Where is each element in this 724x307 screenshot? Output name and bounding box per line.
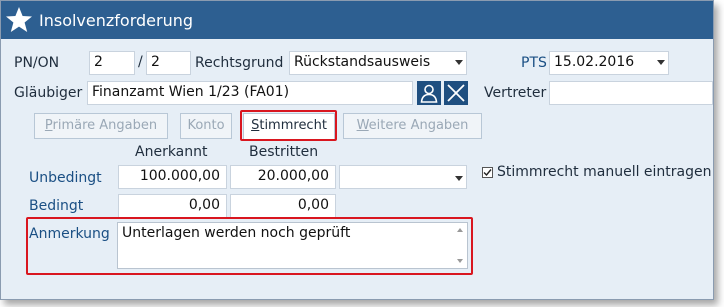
manual-stimmrecht-checkbox[interactable] bbox=[482, 167, 493, 178]
unbedingt-bestritten-input[interactable]: 20.000,00 bbox=[230, 165, 336, 189]
column-anerkannt: Anerkannt bbox=[135, 144, 208, 160]
pn-on-separator: / bbox=[138, 54, 143, 70]
glaeubiger-input[interactable]: Finanzamt Wien 1/23 (FA01) bbox=[87, 81, 413, 105]
pts-label: PTS bbox=[521, 55, 547, 71]
bedingt-label: Bedingt bbox=[29, 198, 84, 214]
pts-value: 15.02.2016 bbox=[554, 54, 635, 70]
tab-weitere-angaben[interactable]: Weitere Angaben bbox=[343, 113, 482, 139]
vertreter-label: Vertreter bbox=[484, 85, 547, 101]
chevron-down-icon[interactable] bbox=[455, 176, 463, 181]
tab-primaere-angaben[interactable]: Primäre Angaben bbox=[34, 113, 168, 139]
manual-stimmrecht-label[interactable]: Stimmrecht manuell eintragen bbox=[497, 164, 712, 180]
title-bar: Insolvenzforderung bbox=[1, 1, 713, 39]
anmerkung-highlight bbox=[26, 217, 473, 275]
clear-glaeubiger-button[interactable] bbox=[444, 81, 468, 105]
chevron-down-icon[interactable] bbox=[455, 60, 463, 65]
close-icon bbox=[447, 84, 465, 102]
tab-primaere-angaben-label: rimäre Angaben bbox=[52, 118, 158, 133]
bedingt-bestritten-input[interactable]: 0,00 bbox=[230, 194, 336, 218]
rechtsgrund-value: Rückstandsausweis bbox=[294, 54, 431, 70]
column-bestritten: Bestritten bbox=[249, 144, 319, 160]
tab-weitere-angaben-label: eitere Angaben bbox=[368, 118, 469, 133]
select-person-button[interactable] bbox=[417, 81, 441, 105]
rechtsgrund-label: Rechtsgrund bbox=[195, 55, 284, 71]
vertreter-input[interactable] bbox=[549, 81, 713, 105]
rechtsgrund-select[interactable]: Rückstandsausweis bbox=[289, 51, 467, 75]
insolvenzforderung-window: Insolvenzforderung PN/ON 2 / 2 Rechtsgru… bbox=[0, 0, 714, 300]
person-icon bbox=[420, 84, 438, 103]
star-icon bbox=[6, 7, 32, 32]
unbedingt-label: Unbedingt bbox=[29, 170, 102, 186]
on-input[interactable]: 2 bbox=[146, 51, 191, 75]
unbedingt-anerkannt-input[interactable]: 100.000,00 bbox=[118, 165, 227, 189]
stimmrecht-tab-highlight bbox=[240, 110, 337, 141]
tab-weitere-angaben-key: W bbox=[356, 118, 369, 133]
tab-konto-label: Konto bbox=[187, 118, 225, 133]
tab-primaere-angaben-key: P bbox=[44, 118, 53, 133]
chevron-down-icon[interactable] bbox=[657, 60, 665, 65]
bedingt-anerkannt-input[interactable]: 0,00 bbox=[118, 194, 227, 218]
pn-input[interactable]: 2 bbox=[89, 51, 135, 75]
window-title: Insolvenzforderung bbox=[39, 11, 194, 30]
pts-date-select[interactable]: 15.02.2016 bbox=[549, 51, 669, 75]
checkmark-icon bbox=[483, 169, 492, 177]
pn-on-label: PN/ON bbox=[14, 55, 60, 71]
unbedingt-select[interactable] bbox=[339, 165, 467, 189]
tab-konto[interactable]: Konto bbox=[180, 113, 232, 139]
glaeubiger-label: Gläubiger bbox=[14, 85, 83, 101]
